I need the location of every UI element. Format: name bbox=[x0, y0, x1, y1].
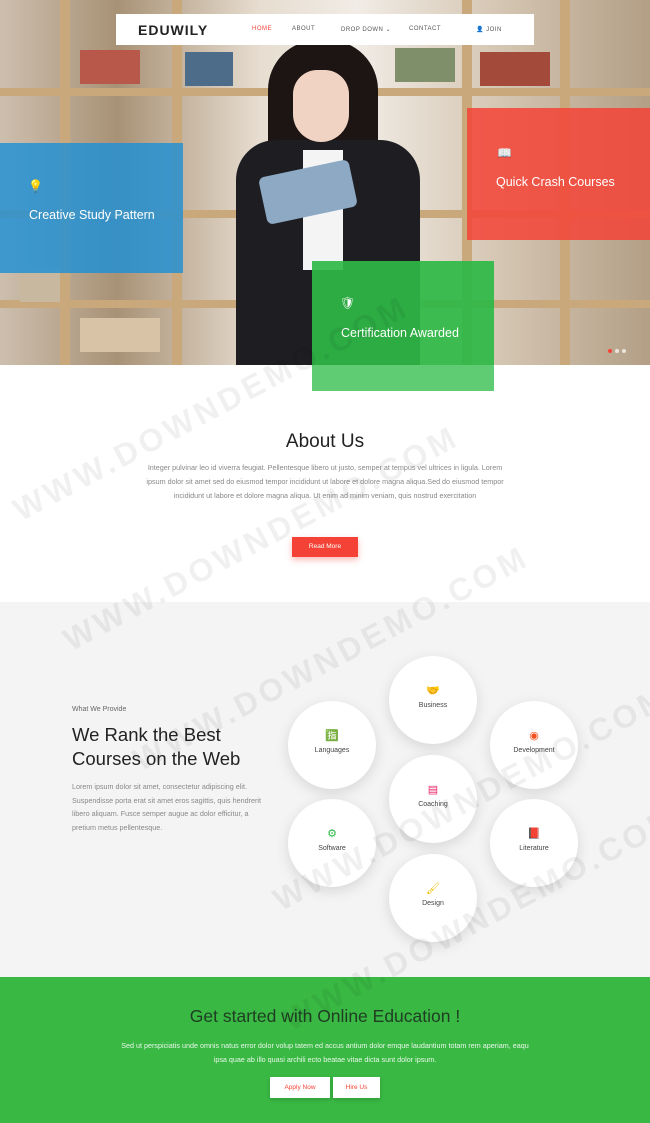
hero-banner: 💡 Creative Study Pattern 📖 Quick Crash C… bbox=[0, 0, 650, 365]
lightbulb-icon: 💡 bbox=[28, 179, 43, 193]
read-more-button[interactable]: Read More bbox=[292, 537, 358, 557]
dashboard-icon: ⚙ bbox=[327, 828, 337, 840]
hire-us-button[interactable]: Hire Us bbox=[333, 1077, 380, 1098]
nav-join-label: JOIN bbox=[486, 27, 502, 33]
service-label: Literature bbox=[519, 845, 549, 852]
book-icon: 📖 bbox=[497, 146, 512, 160]
handshake-icon: 🤝 bbox=[426, 685, 440, 697]
books bbox=[480, 52, 550, 86]
translate-icon: 🈯 bbox=[325, 730, 339, 742]
service-label: Business bbox=[418, 702, 448, 709]
feature-creative-study[interactable]: 💡 Creative Study Pattern bbox=[0, 143, 183, 273]
books bbox=[395, 48, 455, 82]
service-business[interactable]: 🤝 Business bbox=[389, 656, 477, 744]
services-kicker: What We Provide bbox=[72, 706, 127, 713]
feature-certification-extension bbox=[312, 365, 494, 391]
brand-logo[interactable]: EDUWILY bbox=[138, 22, 208, 38]
book-icon: 📕 bbox=[527, 828, 541, 840]
feature-quick-crash[interactable]: 📖 Quick Crash Courses bbox=[467, 108, 650, 240]
feature-title: Creative Study Pattern bbox=[29, 208, 155, 222]
nav-about[interactable]: ABOUT bbox=[292, 26, 315, 32]
books bbox=[80, 318, 160, 352]
services-text: Lorem ipsum dolor sit amet, consectetur … bbox=[72, 782, 261, 832]
feature-title: Quick Crash Courses bbox=[496, 175, 615, 189]
apply-now-button[interactable]: Apply Now bbox=[270, 1077, 330, 1098]
nav-home[interactable]: HOME bbox=[252, 26, 272, 32]
brush-icon: 🖌 bbox=[426, 883, 440, 895]
nav-dropdown-label: DROP DOWN bbox=[341, 27, 384, 33]
nav-dropdown[interactable]: DROP DOWN ⌄ bbox=[341, 26, 391, 33]
slider-dot[interactable] bbox=[622, 349, 626, 353]
cta-text: Sed ut perspiciatis unde omnis natus err… bbox=[121, 1041, 529, 1064]
hero-person bbox=[293, 70, 349, 142]
nav-join[interactable]: 👤 JOIN bbox=[476, 26, 502, 33]
books bbox=[20, 268, 60, 302]
service-label: Languages bbox=[314, 747, 350, 754]
chevron-down-icon: ⌄ bbox=[385, 27, 392, 33]
slider-dot[interactable] bbox=[608, 349, 612, 353]
navbar: EDUWILY HOME ABOUT DROP DOWN ⌄ CONTACT 👤… bbox=[116, 14, 534, 45]
shield-icon: 🛡 bbox=[340, 296, 356, 310]
service-languages[interactable]: 🈯 Languages bbox=[288, 701, 376, 789]
slider-dot[interactable] bbox=[615, 349, 619, 353]
books bbox=[185, 52, 233, 86]
slider-dots bbox=[608, 340, 629, 358]
user-icon: 👤 bbox=[476, 27, 484, 33]
books bbox=[80, 50, 140, 84]
nav-contact[interactable]: CONTACT bbox=[409, 26, 441, 32]
